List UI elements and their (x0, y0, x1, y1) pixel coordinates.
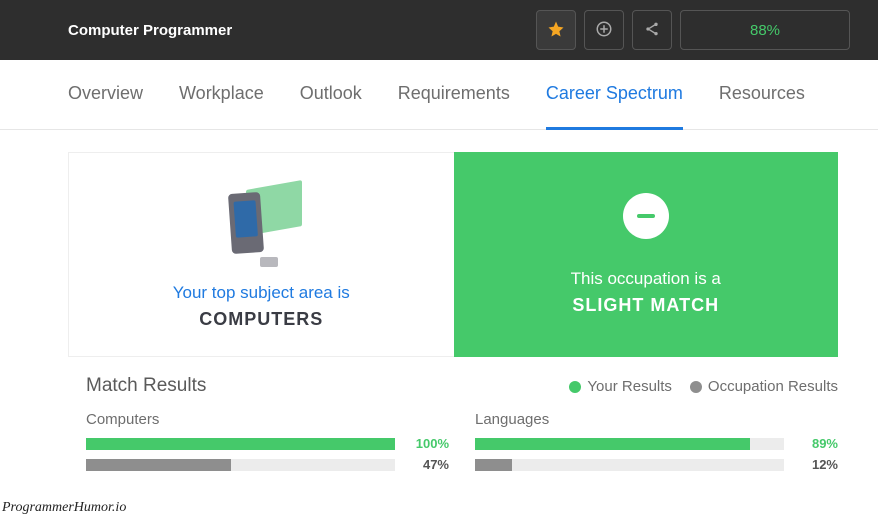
occupation-value: 47% (405, 457, 449, 472)
bar-label: Languages (475, 411, 838, 428)
match-line2: SLIGHT MATCH (572, 295, 719, 316)
watermark: ProgrammerHumor.io (2, 500, 126, 516)
subject-line1: Your top subject area is (173, 283, 350, 303)
share-icon (644, 21, 660, 40)
occupation-bar: 47% (86, 457, 449, 472)
occupation-bar: 12% (475, 457, 838, 472)
occupation-value: 12% (794, 457, 838, 472)
star-icon (547, 20, 565, 41)
tab-workplace[interactable]: Workplace (179, 60, 264, 130)
tab-resources[interactable]: Resources (719, 60, 805, 130)
bar-group-languages: Languages 89% 12% (475, 411, 838, 478)
match-card: This occupation is a SLIGHT MATCH (454, 152, 839, 357)
page-title: Computer Programmer (68, 22, 536, 39)
share-button[interactable] (632, 10, 672, 50)
plus-circle-icon (595, 20, 613, 41)
add-button[interactable] (584, 10, 624, 50)
legend-your: Your Results (569, 378, 672, 395)
your-value: 89% (794, 436, 838, 451)
tab-career-spectrum[interactable]: Career Spectrum (546, 60, 683, 130)
results-title: Match Results (68, 375, 569, 397)
computer-devices-icon (216, 179, 306, 269)
match-percentage[interactable]: 88% (680, 10, 850, 50)
tab-requirements[interactable]: Requirements (398, 60, 510, 130)
subject-line2: COMPUTERS (199, 309, 323, 330)
bar-group-computers: Computers 100% 47% (86, 411, 449, 478)
match-line1: This occupation is a (571, 269, 721, 289)
tabs: Overview Workplace Outlook Requirements Care… (0, 60, 878, 130)
your-value: 100% (405, 436, 449, 451)
minus-circle-icon (623, 193, 669, 239)
bar-label: Computers (86, 411, 449, 428)
subject-card: Your top subject area is COMPUTERS (68, 152, 454, 357)
favorite-button[interactable] (536, 10, 576, 50)
your-bar: 100% (86, 436, 449, 451)
your-bar: 89% (475, 436, 838, 451)
tab-outlook[interactable]: Outlook (300, 60, 362, 130)
legend-occupation: Occupation Results (690, 378, 838, 395)
tab-overview[interactable]: Overview (68, 60, 143, 130)
